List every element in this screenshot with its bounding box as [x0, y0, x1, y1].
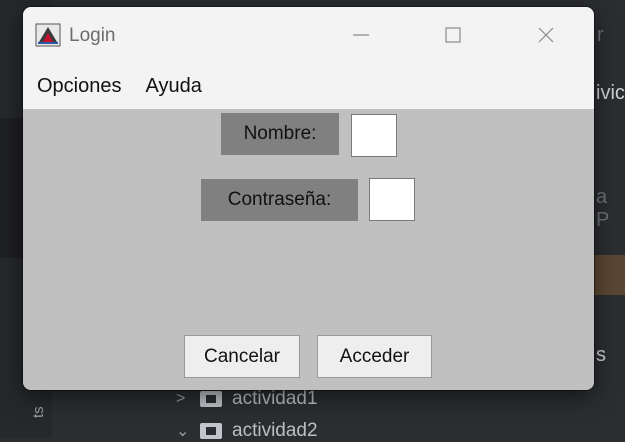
minimize-icon: [353, 34, 369, 36]
minimize-button[interactable]: [338, 7, 384, 63]
close-icon: [538, 27, 554, 43]
maximize-icon: [445, 27, 461, 43]
cancel-button[interactable]: Cancelar: [184, 335, 300, 378]
project-tree-item[interactable]: > actividad1: [176, 388, 318, 410]
maximize-button[interactable]: [430, 7, 476, 63]
login-form: Nombre: Contraseña: Cancelar Acceder: [23, 109, 594, 390]
password-label: Contraseña:: [201, 179, 358, 221]
project-tree-label: actividad2: [232, 420, 318, 441]
close-button[interactable]: [523, 7, 569, 63]
ide-highlight-block: [590, 255, 625, 295]
chevron-right-icon: >: [176, 390, 186, 407]
password-field[interactable]: [369, 178, 415, 221]
project-tree-label: actividad1: [232, 388, 318, 409]
ide-side-tab[interactable]: ts: [30, 406, 47, 418]
title-bar[interactable]: Login: [23, 7, 594, 63]
ide-fragment: ivic: [596, 82, 625, 104]
menu-bar: Opciones Ayuda: [23, 63, 594, 109]
login-button[interactable]: Acceder: [317, 335, 432, 378]
folder-icon: [200, 423, 222, 439]
ide-fragment: s: [596, 344, 606, 366]
nombre-label: Nombre:: [221, 113, 339, 155]
menu-opciones[interactable]: Opciones: [37, 75, 134, 98]
login-dialog: Login Opciones Ayuda Nombre: Contraseña:…: [23, 7, 594, 390]
project-tree-item[interactable]: ⌄ actividad2: [176, 420, 318, 442]
ide-fragment: r: [597, 24, 604, 46]
ide-fragment: a P: [596, 186, 610, 231]
folder-icon: [200, 391, 222, 407]
chevron-down-icon: ⌄: [176, 423, 190, 440]
window-title: Login: [69, 25, 116, 46]
java-app-icon: [35, 23, 61, 47]
nombre-field[interactable]: [351, 114, 397, 157]
menu-ayuda[interactable]: Ayuda: [146, 75, 214, 98]
